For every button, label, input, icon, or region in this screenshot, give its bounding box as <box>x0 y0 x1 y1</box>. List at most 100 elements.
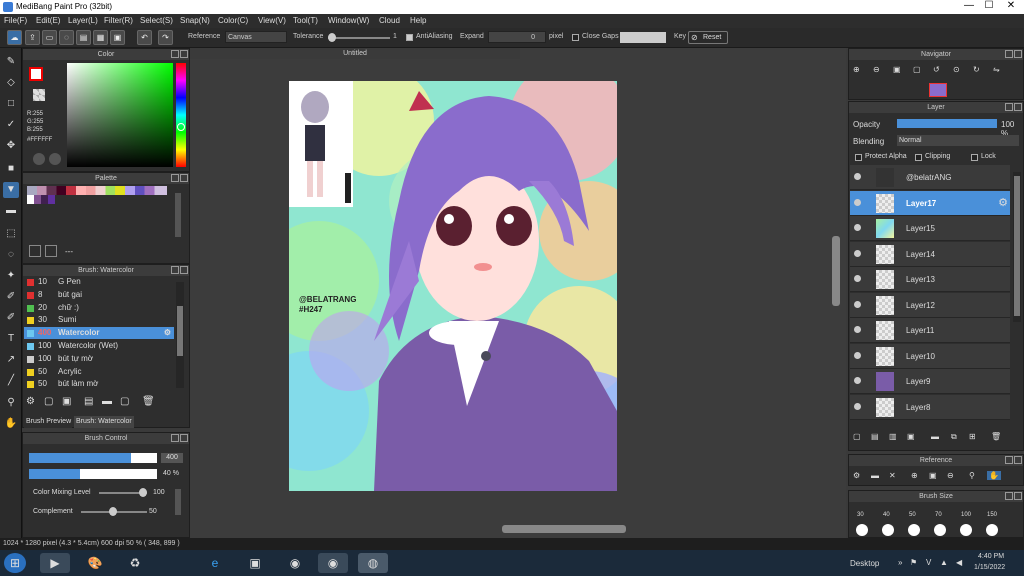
actual-size-icon[interactable]: ▢ <box>913 65 921 74</box>
delete-palette-icon[interactable] <box>45 245 57 257</box>
panel-float-icon[interactable] <box>171 266 179 274</box>
layer-row[interactable]: Layer11 <box>850 318 1010 343</box>
menu-edit[interactable]: Edit(E) <box>36 16 60 25</box>
brush-list-item[interactable]: 400 Watercolor ⚙ <box>24 327 174 340</box>
color-picker-icon[interactable] <box>49 153 61 165</box>
background-color-swatch[interactable] <box>33 89 45 101</box>
add-palette-icon[interactable] <box>29 245 41 257</box>
brush-scrollbar-track[interactable] <box>176 282 184 388</box>
clipping-checkbox[interactable] <box>915 154 922 161</box>
panel-close-icon[interactable] <box>180 434 188 442</box>
add-brush-icon[interactable]: ▢ <box>44 396 53 407</box>
reference-zoom-in-icon[interactable]: ⊕ <box>911 471 918 480</box>
grid-icon[interactable]: ▦ <box>93 30 108 45</box>
recycle-icon[interactable]: ♻ <box>120 553 150 573</box>
tolerance-slider[interactable] <box>328 37 390 39</box>
duplicate-layer-icon[interactable]: ⧉ <box>951 432 957 442</box>
select-brush-icon[interactable]: ✐ <box>3 289 19 305</box>
chrome-window-icon[interactable]: ◉ <box>318 553 348 573</box>
new-halftone-layer-icon[interactable]: ▤ <box>871 432 879 441</box>
cloud-icon[interactable]: ☁ <box>7 30 22 45</box>
brush-size-preset[interactable] <box>908 524 920 536</box>
menu-layer[interactable]: Layer(L) <box>68 16 98 25</box>
reference-fit-icon[interactable]: ▣ <box>929 471 937 480</box>
paint-app-icon[interactable]: 🎨 <box>80 553 110 573</box>
foreground-color-swatch[interactable] <box>29 67 43 81</box>
select-pen-icon[interactable]: ✓ <box>3 117 19 133</box>
panel-close-icon[interactable] <box>1014 456 1022 464</box>
brush-list-item[interactable]: 100 Watercolor (Wet) <box>24 340 174 352</box>
brush-size-preset[interactable] <box>856 524 868 536</box>
protect-alpha-checkbox[interactable] <box>855 154 862 161</box>
redo-icon[interactable]: ↷ <box>158 30 173 45</box>
menu-snap[interactable]: Snap(N) <box>180 16 210 25</box>
eyedropper-icon[interactable]: ⚲ <box>3 395 19 411</box>
fit-icon[interactable]: ▣ <box>893 65 901 74</box>
navigator-preview[interactable] <box>929 83 947 97</box>
brush-opacity-slider[interactable] <box>29 469 157 479</box>
brush-list-item[interactable]: 8 bút gai <box>24 289 174 301</box>
hand-tool-icon[interactable]: ✋ <box>3 416 19 432</box>
tab-brush-watercolor[interactable]: Brush: Watercolor <box>74 416 134 428</box>
menu-cloud[interactable]: Cloud <box>379 16 400 25</box>
brush-list-item[interactable]: 10 G Pen <box>24 276 174 288</box>
clock-time[interactable]: 4:40 PM <box>978 553 1004 560</box>
artwork-canvas[interactable]: @BELATRANG #H247 <box>289 81 617 491</box>
panel-close-icon[interactable] <box>180 174 188 182</box>
magic-wand-icon[interactable]: ✦ <box>3 268 19 284</box>
reference-select[interactable]: Canvas <box>225 31 287 43</box>
panel-float-icon[interactable] <box>1005 492 1013 500</box>
select-eraser-icon[interactable]: ✐ <box>3 310 19 326</box>
reference-settings-icon[interactable]: ⚙ <box>853 471 860 480</box>
menu-help[interactable]: Help <box>410 16 426 25</box>
rotate-reset-icon[interactable]: ⊙ <box>953 65 960 74</box>
panel-close-icon[interactable] <box>180 50 188 58</box>
layer-row[interactable]: Layer15 <box>850 216 1010 241</box>
color-wheel-icon[interactable] <box>33 153 45 165</box>
clock-date[interactable]: 1/15/2022 <box>974 564 1005 571</box>
new-folder-icon[interactable]: ▬ <box>931 432 939 441</box>
layer-row[interactable]: Layer13 <box>850 267 1010 292</box>
document-tab[interactable]: Untitled <box>190 48 520 59</box>
reference-close-icon[interactable]: ✕ <box>889 471 896 480</box>
layer-visibility-icon[interactable] <box>854 173 861 180</box>
computer-icon[interactable]: ▣ <box>240 553 270 573</box>
new-layer-icon[interactable]: ▢ <box>853 432 861 441</box>
lasso-tool-icon[interactable]: ◌ <box>3 247 19 263</box>
tab-brush-preview[interactable]: Brush Preview <box>24 416 72 428</box>
brush-list-item[interactable]: 20 chữ :) <box>24 302 174 314</box>
close-gaps-checkbox[interactable] <box>572 34 579 41</box>
brush-list-item[interactable]: 100 bút tự mờ <box>24 353 174 365</box>
panel-close-icon[interactable] <box>1014 103 1022 111</box>
panel-float-icon[interactable] <box>171 434 179 442</box>
panel-float-icon[interactable] <box>1005 456 1013 464</box>
fill-rect-icon[interactable]: ■ <box>3 161 19 177</box>
antialiasing-checkbox[interactable] <box>406 34 413 41</box>
flip-icon[interactable]: ⇋ <box>993 65 1000 74</box>
delete-layer-icon[interactable]: 🗑 <box>991 432 1001 441</box>
menu-view[interactable]: View(V) <box>258 16 286 25</box>
zoom-in-icon[interactable]: ⊕ <box>853 65 860 74</box>
tray-arrows-icon[interactable]: » <box>898 558 902 567</box>
layer-visibility-icon[interactable] <box>854 249 861 257</box>
media-player-icon[interactable]: ▶ <box>40 553 70 573</box>
brush-folder-icon[interactable]: ▬ <box>102 396 112 407</box>
panel-close-icon[interactable] <box>180 266 188 274</box>
expand-field[interactable]: 0 <box>488 31 546 43</box>
brush-size-preset[interactable] <box>934 524 946 536</box>
bucket-tool-icon[interactable]: ▼ <box>3 182 19 198</box>
delete-brush-icon[interactable]: 🗑 <box>142 396 155 407</box>
tray-network-icon[interactable]: ▲ <box>940 558 948 567</box>
hue-handle[interactable] <box>177 123 185 131</box>
menu-select[interactable]: Select(S) <box>140 16 173 25</box>
layer-row[interactable]: Layer9 <box>850 369 1010 394</box>
eraser-tool-icon[interactable]: ◇ <box>3 75 19 91</box>
close-button[interactable]: ✕ <box>1000 0 1022 14</box>
tray-flag-icon[interactable]: ⚑ <box>910 558 917 567</box>
canvas-vscrollbar[interactable] <box>832 236 840 306</box>
start-button[interactable]: ⊞ <box>4 553 26 573</box>
brush-list-item[interactable]: 30 Sumi <box>24 314 174 326</box>
panel-float-icon[interactable] <box>1005 50 1013 58</box>
complement-handle[interactable] <box>109 507 117 516</box>
panel-icon[interactable]: ▣ <box>110 30 125 45</box>
